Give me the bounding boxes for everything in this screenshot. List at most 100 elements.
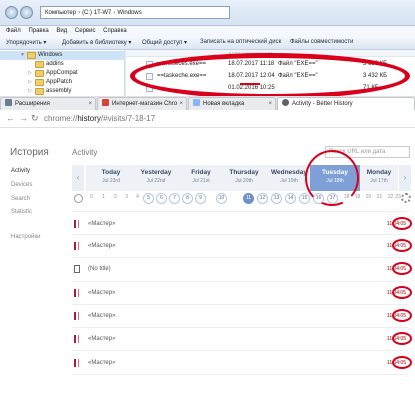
visit-title[interactable]: «Мастер» xyxy=(88,287,115,299)
tree-item[interactable]: ▷ assembly xyxy=(0,87,125,96)
back-icon[interactable]: ← xyxy=(6,113,15,123)
visit-title[interactable]: (No title) xyxy=(88,263,111,275)
expanded-arrow-icon[interactable]: ▼ xyxy=(20,51,25,60)
sidebar-item-search[interactable]: Search xyxy=(11,196,30,202)
hour-button[interactable]: 8 xyxy=(182,193,193,204)
hour-button[interactable]: 7 xyxy=(169,193,180,204)
prev-week-icon[interactable]: ‹ xyxy=(72,165,84,191)
hour-button[interactable]: 3 xyxy=(121,193,132,204)
day-tab[interactable]: Yesterday Jul 22nd xyxy=(131,165,181,191)
sidebar-item-settings[interactable]: Настройки xyxy=(11,234,40,240)
sidebar-item-statistic[interactable]: Statistic xyxy=(11,209,32,215)
tab-extensions[interactable]: Расширения × xyxy=(0,97,96,110)
path-segment[interactable]: (C:) 1T-W7 xyxy=(82,10,111,16)
hour-button[interactable]: 15 xyxy=(299,193,310,204)
visit-row[interactable]: «Мастер» 11:04:05 xyxy=(72,356,412,369)
tree-item-label: AppPatch xyxy=(46,79,73,85)
tab-better-history[interactable]: Activity - Better History xyxy=(277,97,415,110)
organize-button[interactable]: Упорядочить ▾ xyxy=(6,39,46,46)
visit-title[interactable]: «Мастер» xyxy=(88,357,115,369)
bookmark-icon xyxy=(74,220,79,228)
menu-edit[interactable]: Правка xyxy=(28,26,48,36)
path-segment[interactable]: Windows xyxy=(117,10,141,16)
day-name: Monday xyxy=(366,169,392,176)
day-tab[interactable]: Thursday Jul 20th xyxy=(219,165,269,191)
menu-file[interactable]: Файл xyxy=(6,26,21,36)
page-title: Activity xyxy=(72,148,98,157)
divider xyxy=(72,374,408,375)
compat-files-button[interactable]: Файлы совместимости xyxy=(290,39,353,45)
url-field[interactable]: chrome://history/#visits/7-18-17 xyxy=(44,114,155,123)
forward-icon[interactable]: → xyxy=(19,113,28,123)
visit-title[interactable]: «Мастер» xyxy=(88,310,115,322)
close-tab-icon[interactable]: × xyxy=(179,98,183,110)
visit-row[interactable]: (No title) 11:04:05 xyxy=(72,262,412,275)
menu-tools[interactable]: Сервис xyxy=(75,26,96,36)
collapsed-arrow-icon[interactable]: ▷ xyxy=(28,69,32,78)
back-arrow-icon[interactable]: ‹ xyxy=(5,6,18,19)
clock-icon xyxy=(282,99,289,106)
share-button[interactable]: Общий доступ ▾ xyxy=(142,39,187,46)
hour-button[interactable]: 9 xyxy=(195,193,206,204)
bookmark-icon xyxy=(74,335,79,343)
hour-button[interactable]: 17 xyxy=(327,193,338,204)
menu-view[interactable]: Вид xyxy=(56,26,67,36)
collapsed-arrow-icon[interactable]: ▷ xyxy=(28,87,32,96)
tab-new-tab[interactable]: Новая вкладка × xyxy=(188,97,276,110)
hour-button[interactable]: 0 xyxy=(86,193,97,204)
close-tab-icon[interactable]: × xyxy=(268,98,272,110)
explorer-path[interactable]: Компьютер › (C:) 1T-W7 › Windows xyxy=(40,6,230,19)
hour-button[interactable]: 19 xyxy=(352,193,363,204)
visit-title[interactable]: «Мастер» xyxy=(88,240,115,252)
sidebar-item-devices[interactable]: Devices xyxy=(11,182,32,188)
hour-button[interactable]: 13 xyxy=(271,193,282,204)
hour-button[interactable]: 2 xyxy=(110,193,121,204)
hour-button[interactable]: 10 xyxy=(216,193,227,204)
red-oval-annotation xyxy=(392,217,412,230)
url-prefix: chrome:// xyxy=(44,114,78,123)
tree-item[interactable]: ▷ AppPatch xyxy=(0,78,125,87)
next-week-icon[interactable]: › xyxy=(399,165,411,191)
tab-webstore[interactable]: Интернет-магазин Chro × xyxy=(97,97,187,110)
visit-row[interactable]: «Мастер» 11:04:05 xyxy=(72,286,412,299)
tree-item[interactable]: ▷ AppCompat xyxy=(0,69,125,78)
red-oval-annotation xyxy=(130,53,410,96)
visit-row[interactable]: «Мастер» 11:04:05 xyxy=(72,309,412,322)
url-host: history xyxy=(77,114,101,123)
visit-row[interactable]: «Мастер» 11:04:05 xyxy=(72,239,412,252)
hour-button[interactable]: 6 xyxy=(156,193,167,204)
tree-item[interactable]: ▼ Windows xyxy=(0,51,125,60)
hour-button[interactable]: 5 xyxy=(143,193,154,204)
burn-disc-button[interactable]: Записать на оптический диск xyxy=(200,39,281,45)
hour-button-selected[interactable]: 11 xyxy=(243,193,254,204)
visit-row[interactable]: «Мастер» 11:04:05 xyxy=(72,217,412,230)
refresh-icon[interactable] xyxy=(401,193,411,203)
menu-help[interactable]: Справка xyxy=(103,26,127,36)
folder-icon xyxy=(35,88,44,95)
hour-button[interactable]: 14 xyxy=(285,193,296,204)
collapsed-arrow-icon[interactable]: ▷ xyxy=(28,78,32,87)
reload-icon[interactable]: ↻ xyxy=(31,113,39,124)
add-to-library-button[interactable]: Добавить в библиотеку ▾ xyxy=(62,39,131,46)
hour-button[interactable]: 1 xyxy=(98,193,109,204)
bookmark-icon xyxy=(74,359,79,367)
visit-title[interactable]: «Мастер» xyxy=(88,218,115,230)
sidebar-item-activity[interactable]: Activity xyxy=(11,168,30,174)
day-tab[interactable]: Monday Jul 17th xyxy=(360,165,398,191)
path-separator: › xyxy=(78,10,81,16)
hour-button[interactable]: 12 xyxy=(257,193,268,204)
path-segment[interactable]: Компьютер xyxy=(45,10,76,16)
hour-button[interactable]: 20 xyxy=(363,193,374,204)
tree-item-label: Windows xyxy=(38,52,63,58)
hour-button[interactable]: 16 xyxy=(313,193,324,204)
visit-row[interactable]: «Мастер» 11:04:05 xyxy=(72,332,412,345)
tree-item[interactable]: addins xyxy=(0,60,125,69)
day-tab[interactable]: Today Jul 23rd xyxy=(86,165,136,191)
hour-button[interactable]: 21 xyxy=(374,193,385,204)
close-tab-icon[interactable]: × xyxy=(88,98,92,110)
hour-button[interactable]: 4 xyxy=(132,193,143,204)
divider xyxy=(72,327,408,328)
forward-arrow-icon[interactable]: › xyxy=(20,6,33,19)
visit-title[interactable]: «Мастер» xyxy=(88,333,115,345)
hour-button[interactable]: 18 xyxy=(341,193,352,204)
